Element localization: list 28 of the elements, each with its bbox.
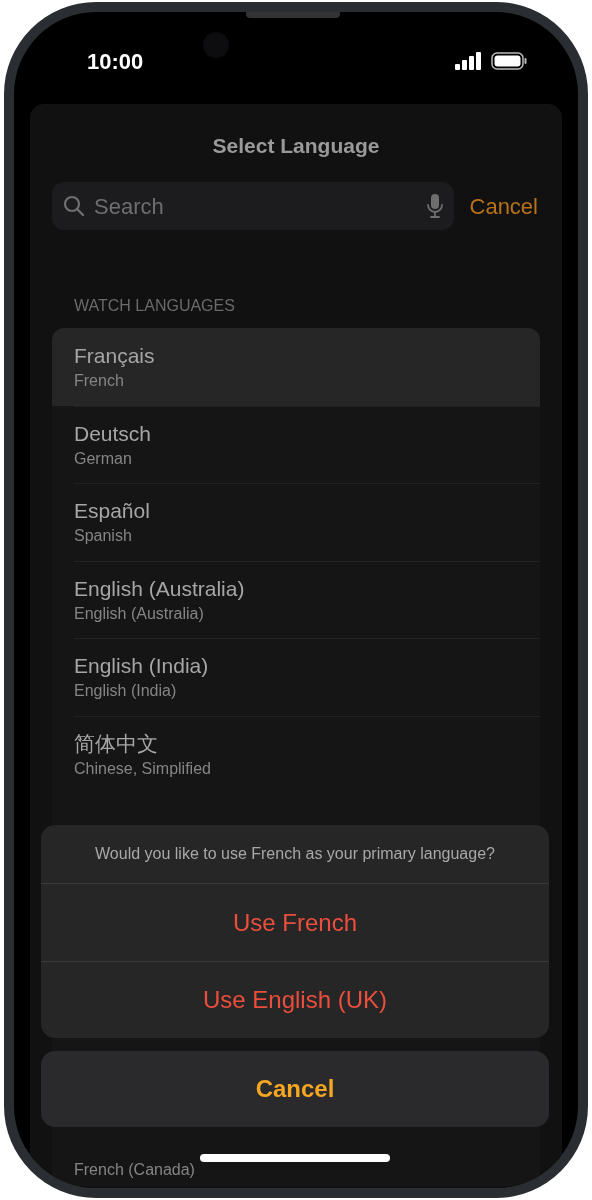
status-time: 10:00 (87, 48, 144, 76)
battery-icon (491, 52, 527, 70)
language-name: Français (74, 342, 155, 369)
search-input: Search (94, 189, 418, 223)
microphone-icon[interactable] (425, 193, 444, 219)
search-icon (62, 194, 86, 218)
language-english-name: German (74, 448, 132, 469)
language-name: English (India) (74, 653, 209, 680)
language-english-name: French (74, 370, 124, 391)
search-field[interactable]: Search (52, 182, 454, 230)
language-english-name: French (Canada) (74, 1160, 195, 1180)
action-button[interactable]: Use English (UK) (41, 961, 549, 1038)
cancel-button[interactable]: Cancel (41, 1051, 549, 1127)
language-row[interactable]: Français French (52, 328, 540, 406)
signal-icon (455, 52, 481, 70)
language-english-name: Chinese, Simplified (74, 758, 211, 779)
screen-title: Select Language (211, 133, 381, 159)
language-name: 简体中文 (74, 730, 158, 757)
language-english-name: English (India) (74, 681, 177, 702)
alert-message: Would you like to use French as your primary language? (41, 825, 549, 884)
action-button[interactable]: Use French (41, 884, 549, 961)
language-name: English (Australia) (74, 575, 245, 602)
language-english-name: Spanish (74, 526, 132, 547)
language-name: Español (74, 498, 150, 525)
cancel-link[interactable]: Cancel (469, 189, 540, 223)
section-header: WATCH LANGUAGES (74, 296, 236, 316)
language-english-name: English (Australia) (74, 603, 204, 624)
language-name: Deutsch (74, 420, 152, 447)
